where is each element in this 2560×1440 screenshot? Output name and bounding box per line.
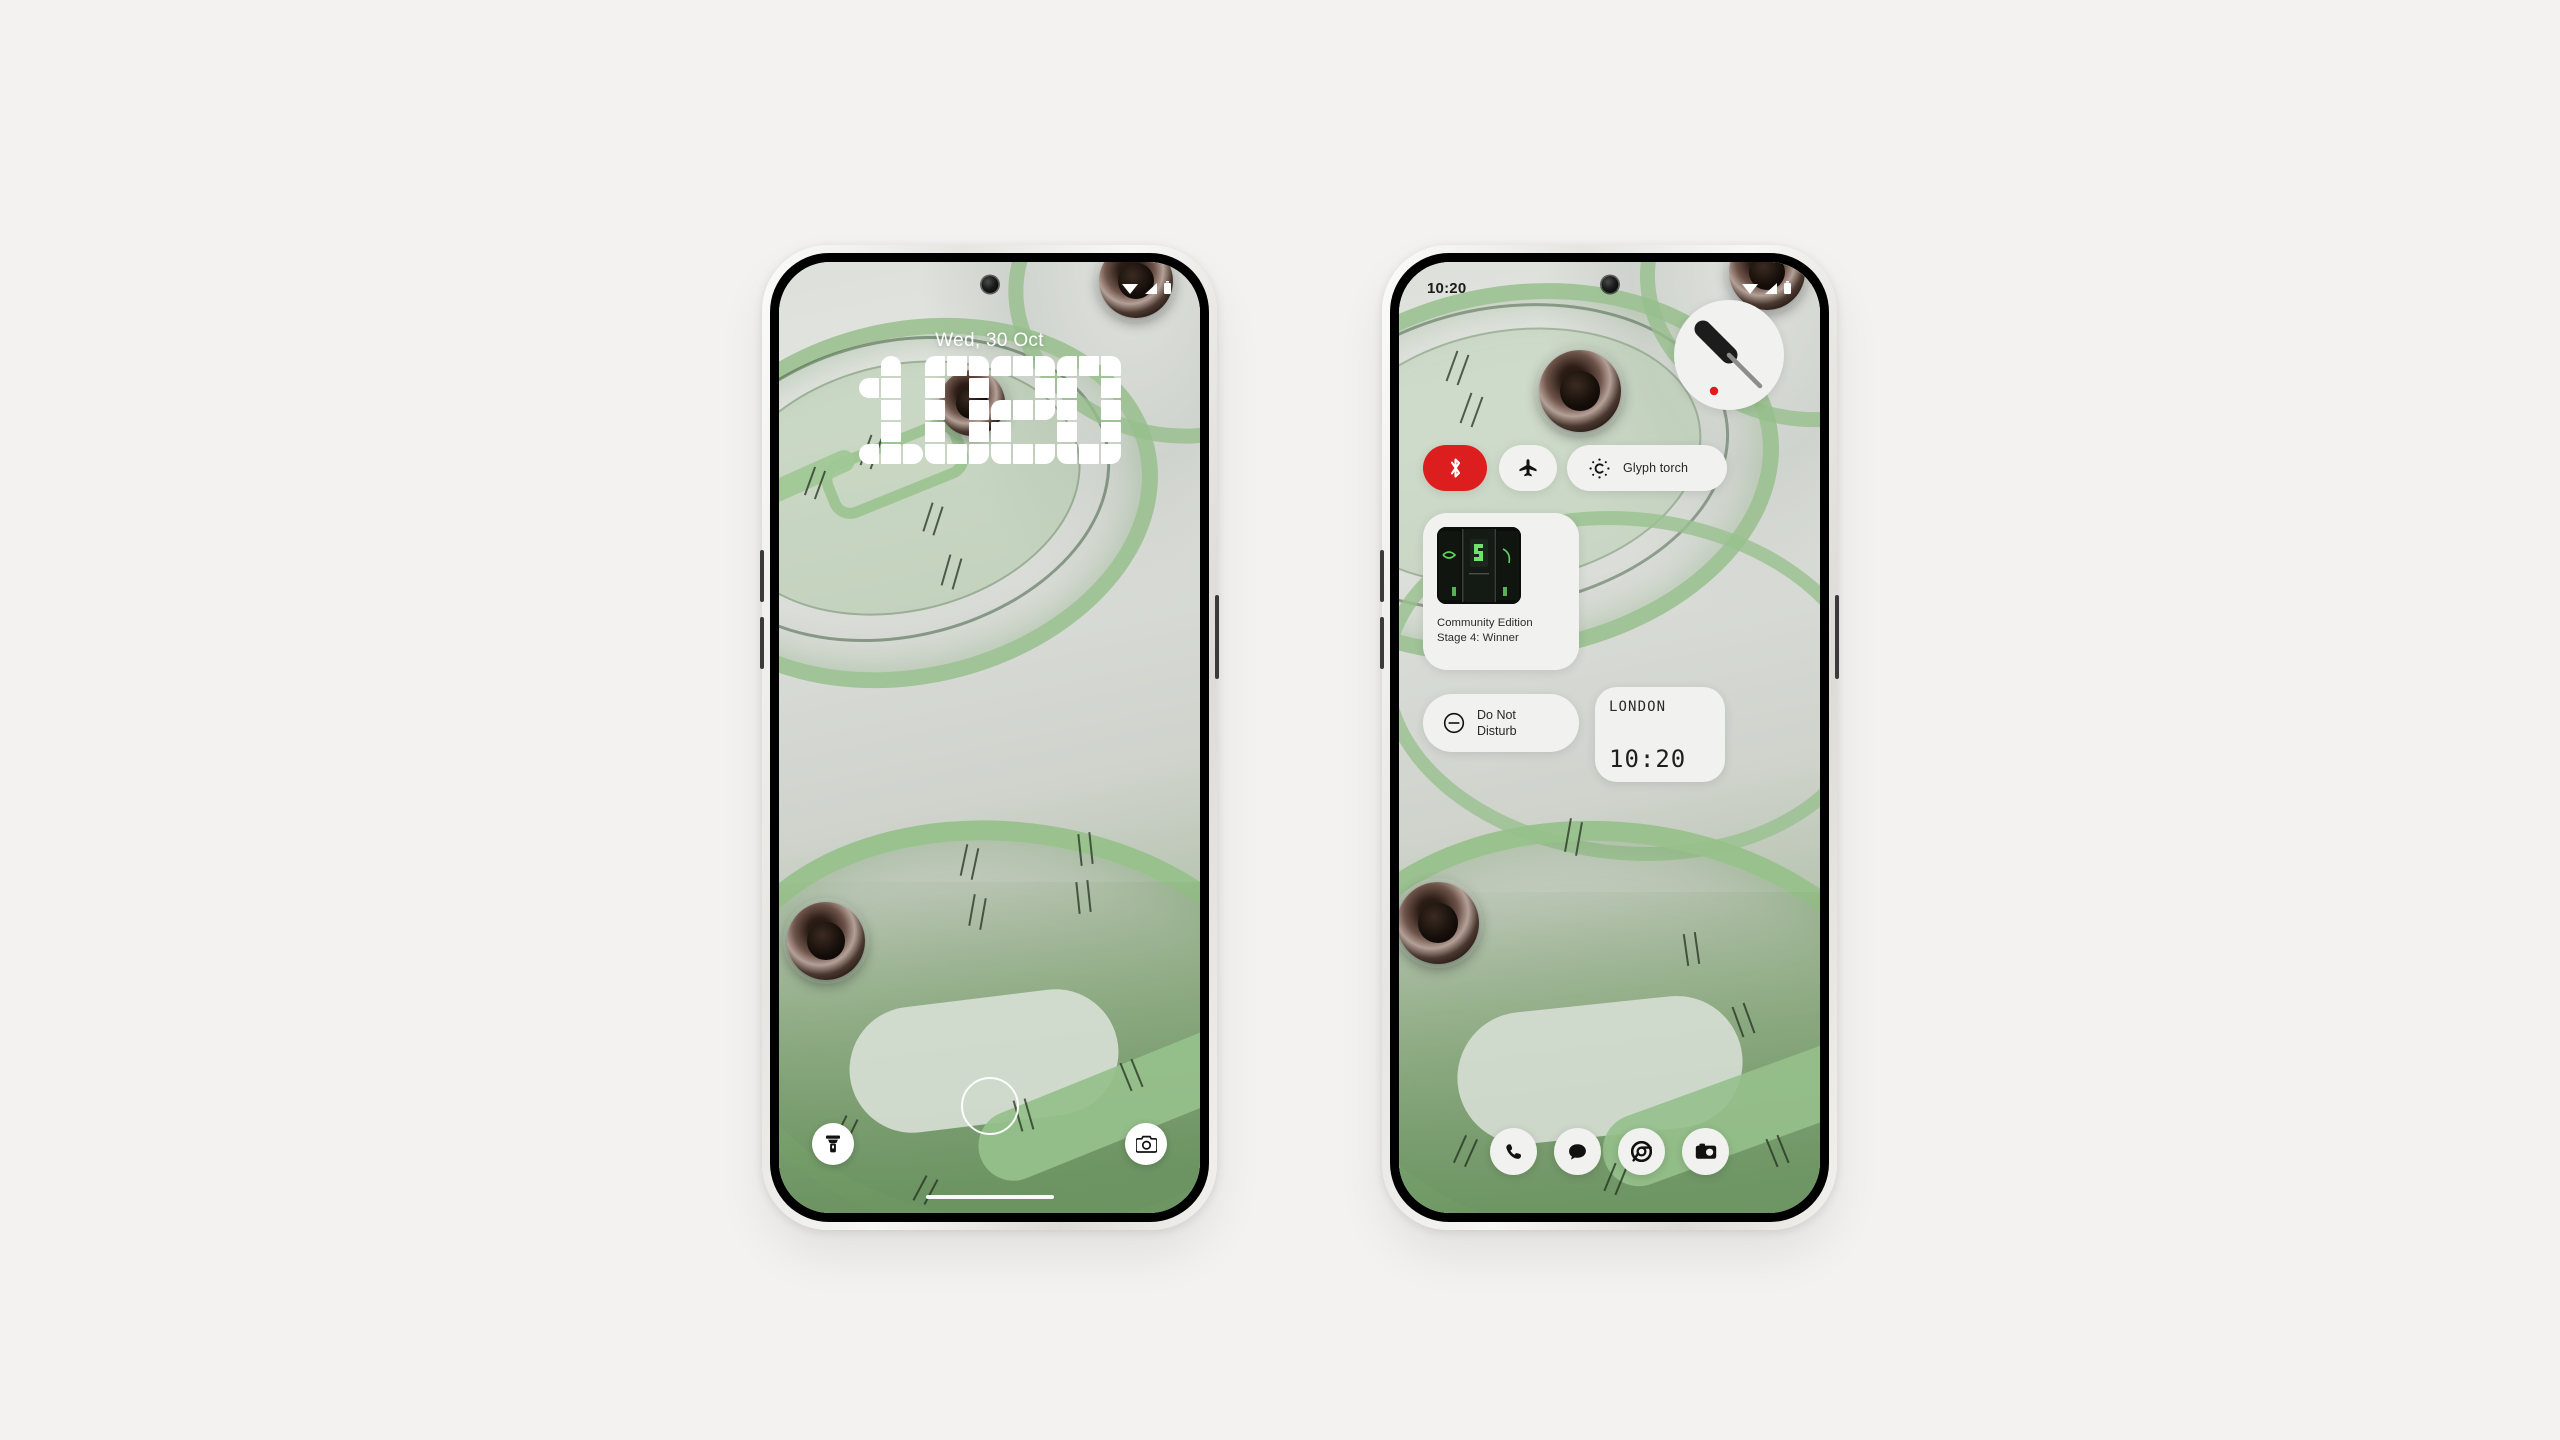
world-clock-widget[interactable]: LONDON 10:20: [1595, 687, 1725, 782]
volume-up-button[interactable]: [760, 550, 764, 602]
battery-icon: [1783, 281, 1792, 295]
world-clock-time: 10:20: [1609, 745, 1687, 773]
clock-red-marker: [1709, 386, 1719, 396]
card-title: Community Edition Stage 4: Winner: [1437, 616, 1565, 646]
analog-clock-widget[interactable]: [1674, 300, 1784, 410]
wifi-icon: [1122, 282, 1138, 295]
analog-clock-face: [1694, 320, 1763, 396]
wifi-icon: [1742, 282, 1758, 295]
phone-icon: [1504, 1142, 1524, 1162]
world-clock-city: LONDON: [1609, 699, 1667, 715]
phone-bezel: Wed, 30 Oct: [770, 253, 1209, 1222]
clock-digit-0b: [1056, 356, 1121, 464]
lock-screen-date: Wed, 30 Oct: [935, 330, 1044, 351]
front-camera-notch: [981, 276, 998, 293]
camera-shortcut-button[interactable]: [1125, 1123, 1167, 1165]
lock-screen-clock: [779, 356, 1200, 464]
do-not-disturb-label: Do Not Disturb: [1477, 707, 1517, 740]
camera-icon: [1695, 1143, 1717, 1161]
volume-down-button[interactable]: [760, 617, 764, 669]
phone-app[interactable]: [1490, 1128, 1537, 1175]
glyph-torch-toggle[interactable]: Glyph torch: [1567, 445, 1727, 491]
message-icon: [1567, 1142, 1588, 1162]
bluetooth-icon: [1448, 457, 1463, 479]
phone-screen-home: 10:20 Glyph torch Community Edition Stag…: [1399, 262, 1820, 1213]
volume-down-button-2[interactable]: [1380, 617, 1384, 669]
airplane-mode-toggle[interactable]: [1499, 445, 1557, 491]
messages-app[interactable]: [1554, 1128, 1601, 1175]
dnd-label-line1: Do Not: [1477, 707, 1516, 722]
camera-icon: [1135, 1135, 1157, 1153]
do-not-disturb-icon: [1443, 712, 1465, 734]
card-title-line1: Community Edition: [1437, 617, 1533, 629]
cellular-icon: [1763, 282, 1778, 295]
bluetooth-toggle[interactable]: [1423, 445, 1487, 491]
clock-digit-0a: [924, 356, 989, 464]
chrome-icon: [1631, 1141, 1652, 1162]
volume-up-button-2[interactable]: [1380, 550, 1384, 602]
flashlight-icon: [825, 1135, 841, 1153]
phone-home-screen: 10:20 Glyph torch Community Edition Stag…: [1380, 245, 1839, 1230]
dnd-label-line2: Disturb: [1477, 724, 1517, 738]
community-edition-card[interactable]: Community Edition Stage 4: Winner: [1423, 513, 1579, 670]
flashlight-shortcut-button[interactable]: [812, 1123, 854, 1165]
app-dock: [1399, 1128, 1820, 1175]
status-icons-lock: [1122, 281, 1172, 295]
card-thumbnail: [1437, 527, 1521, 604]
status-time-home: 10:20: [1427, 279, 1467, 297]
camera-app[interactable]: [1682, 1128, 1729, 1175]
clock-digit-2: [990, 356, 1055, 464]
front-camera-notch-2: [1601, 276, 1618, 293]
phone-screen-lock: Wed, 30 Oct: [779, 262, 1200, 1213]
scene: Wed, 30 Oct 10:20 Glyph torch Community …: [0, 0, 2560, 1440]
cellular-icon: [1143, 282, 1158, 295]
card-title-line2: Stage 4: Winner: [1437, 631, 1519, 644]
phone-bezel-2: 10:20 Glyph torch Community Edition Stag…: [1390, 253, 1829, 1222]
chrome-app[interactable]: [1618, 1128, 1665, 1175]
home-indicator-lock[interactable]: [925, 1195, 1054, 1199]
status-icons-home: [1742, 281, 1792, 295]
glyph-torch-icon: [1589, 457, 1610, 479]
airplane-icon: [1518, 458, 1538, 478]
phone-lock-screen: Wed, 30 Oct: [760, 245, 1219, 1230]
battery-icon: [1163, 281, 1172, 295]
power-button[interactable]: [1215, 595, 1219, 679]
fingerprint-unlock-ring[interactable]: [960, 1077, 1019, 1135]
do-not-disturb-toggle[interactable]: Do Not Disturb: [1423, 694, 1579, 752]
glyph-torch-label: Glyph torch: [1623, 461, 1689, 475]
clock-digit-1: [858, 356, 923, 464]
power-button-2[interactable]: [1835, 595, 1839, 679]
